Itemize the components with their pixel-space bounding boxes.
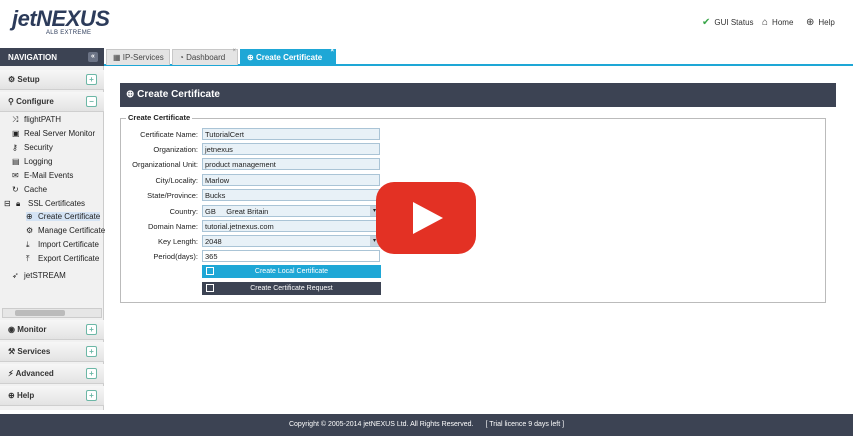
state-label: State/Province: — [147, 191, 198, 200]
nav-section-setup[interactable]: ⚙ Setup + — [0, 70, 104, 90]
key-length-label: Key Length: — [157, 237, 198, 246]
period-input[interactable]: 365 — [202, 250, 380, 262]
period-label: Period(days): — [153, 252, 198, 261]
expand-icon[interactable]: + — [86, 346, 97, 357]
organization-label: Organization: — [153, 145, 198, 154]
document-icon — [206, 267, 214, 275]
header: jetNEXUS ALB EXTREME ✔ GUI Status ⌂ Home… — [0, 0, 853, 46]
logo: jetNEXUS — [12, 6, 110, 31]
rocket-icon: ➶ — [12, 271, 19, 280]
nav-item-flightpath[interactable]: ⤨ flightPATH — [12, 115, 61, 125]
gear-icon: ⚙ — [8, 75, 16, 84]
tab-dashboard[interactable]: ◔ Dashboard × — [172, 48, 238, 65]
domain-name-input[interactable]: tutorial.jetnexus.com — [202, 220, 380, 232]
key-length-select[interactable]: 2048 ▾ — [202, 235, 380, 247]
wrench-icon: ⚲ — [8, 97, 14, 106]
country-select[interactable]: GB Great Britain ▾ — [202, 205, 380, 217]
expand-icon[interactable]: + — [86, 324, 97, 335]
nav-section-advanced[interactable]: ⚡︎ Advanced + — [0, 364, 104, 384]
country-label: Country: — [169, 207, 198, 216]
organizational-unit-input[interactable]: product management — [202, 158, 380, 170]
lifebuoy-icon: ⊕ — [806, 17, 815, 28]
document-icon — [206, 284, 214, 292]
plus-circle-icon: ⊕ — [247, 53, 254, 62]
bolt-icon: ⚡︎ — [8, 369, 14, 378]
close-icon[interactable]: × — [330, 48, 334, 54]
organization-input[interactable]: jetnexus — [202, 143, 380, 155]
network-icon: ▦ — [113, 53, 121, 62]
footer: Copyright © 2005-2014 jetNEXUS Ltd. All … — [0, 414, 853, 436]
form-legend: Create Certificate — [126, 113, 193, 122]
plus-circle-icon: ⊕ — [126, 89, 135, 100]
nav-section-help[interactable]: ⊕ Help + — [0, 386, 104, 406]
nav-section-configure[interactable]: ⚲ Configure − — [0, 92, 104, 112]
organizational-unit-label: Organizational Unit: — [132, 160, 198, 169]
nav-section-monitor[interactable]: ◉ Monitor + — [0, 320, 104, 340]
state-input[interactable]: Bucks — [202, 189, 380, 201]
city-label: City/Locality: — [155, 176, 198, 185]
sidebar-scrollbar[interactable] — [2, 308, 102, 318]
collapse-icon[interactable]: « — [88, 52, 98, 62]
lifebuoy-icon: ⊕ — [8, 391, 15, 400]
tab-bar: ▦ IP-Services ◔ Dashboard × ⊕ Create Cer… — [104, 48, 853, 66]
scrollbar-thumb[interactable] — [15, 310, 65, 316]
help-link[interactable]: ⊕ Help — [806, 17, 835, 28]
tab-ip-services[interactable]: ▦ IP-Services — [106, 49, 170, 65]
eye-icon: ◉ — [8, 325, 15, 334]
nav-section-services[interactable]: ⚒ Services + — [0, 342, 104, 362]
home-link[interactable]: ⌂ Home — [762, 17, 793, 28]
domain-name-label: Domain Name: — [147, 222, 198, 231]
play-icon — [413, 202, 443, 234]
dashboard-icon: ◔ — [179, 53, 184, 62]
wrench-icon: ⚒ — [8, 347, 16, 356]
logo-subtitle: ALB EXTREME — [46, 30, 92, 36]
nav-item-jetstream[interactable]: ➶ jetSTREAM — [12, 271, 66, 280]
trial-notice: [ Trial licence 9 days left ] — [485, 421, 565, 428]
tab-create-certificate[interactable]: ⊕ Create Certificate × — [240, 48, 336, 65]
expand-icon[interactable]: + — [86, 390, 97, 401]
video-play-button[interactable] — [376, 182, 476, 254]
city-input[interactable]: Marlow — [202, 174, 380, 186]
panel-title: ⊕ Create Certificate — [120, 83, 836, 107]
check-circle-icon: ✔ — [702, 17, 711, 28]
create-certificate-request-button[interactable]: Create Certificate Request — [202, 282, 381, 295]
expand-icon[interactable]: + — [86, 368, 97, 379]
shuffle-icon: ⤨ — [12, 115, 19, 124]
close-icon[interactable]: × — [232, 48, 236, 54]
navigation-header: NAVIGATION « — [0, 48, 104, 66]
create-local-certificate-button[interactable]: Create Local Certificate — [202, 265, 381, 278]
home-icon: ⌂ — [762, 17, 769, 28]
collapse-section-icon[interactable]: − — [86, 96, 97, 107]
expand-icon[interactable]: + — [86, 74, 97, 85]
certificate-name-label: Certificate Name: — [140, 130, 198, 139]
gui-status-link[interactable]: ✔ GUI Status — [702, 17, 754, 28]
certificate-name-input[interactable]: TutorialCert — [202, 128, 380, 140]
